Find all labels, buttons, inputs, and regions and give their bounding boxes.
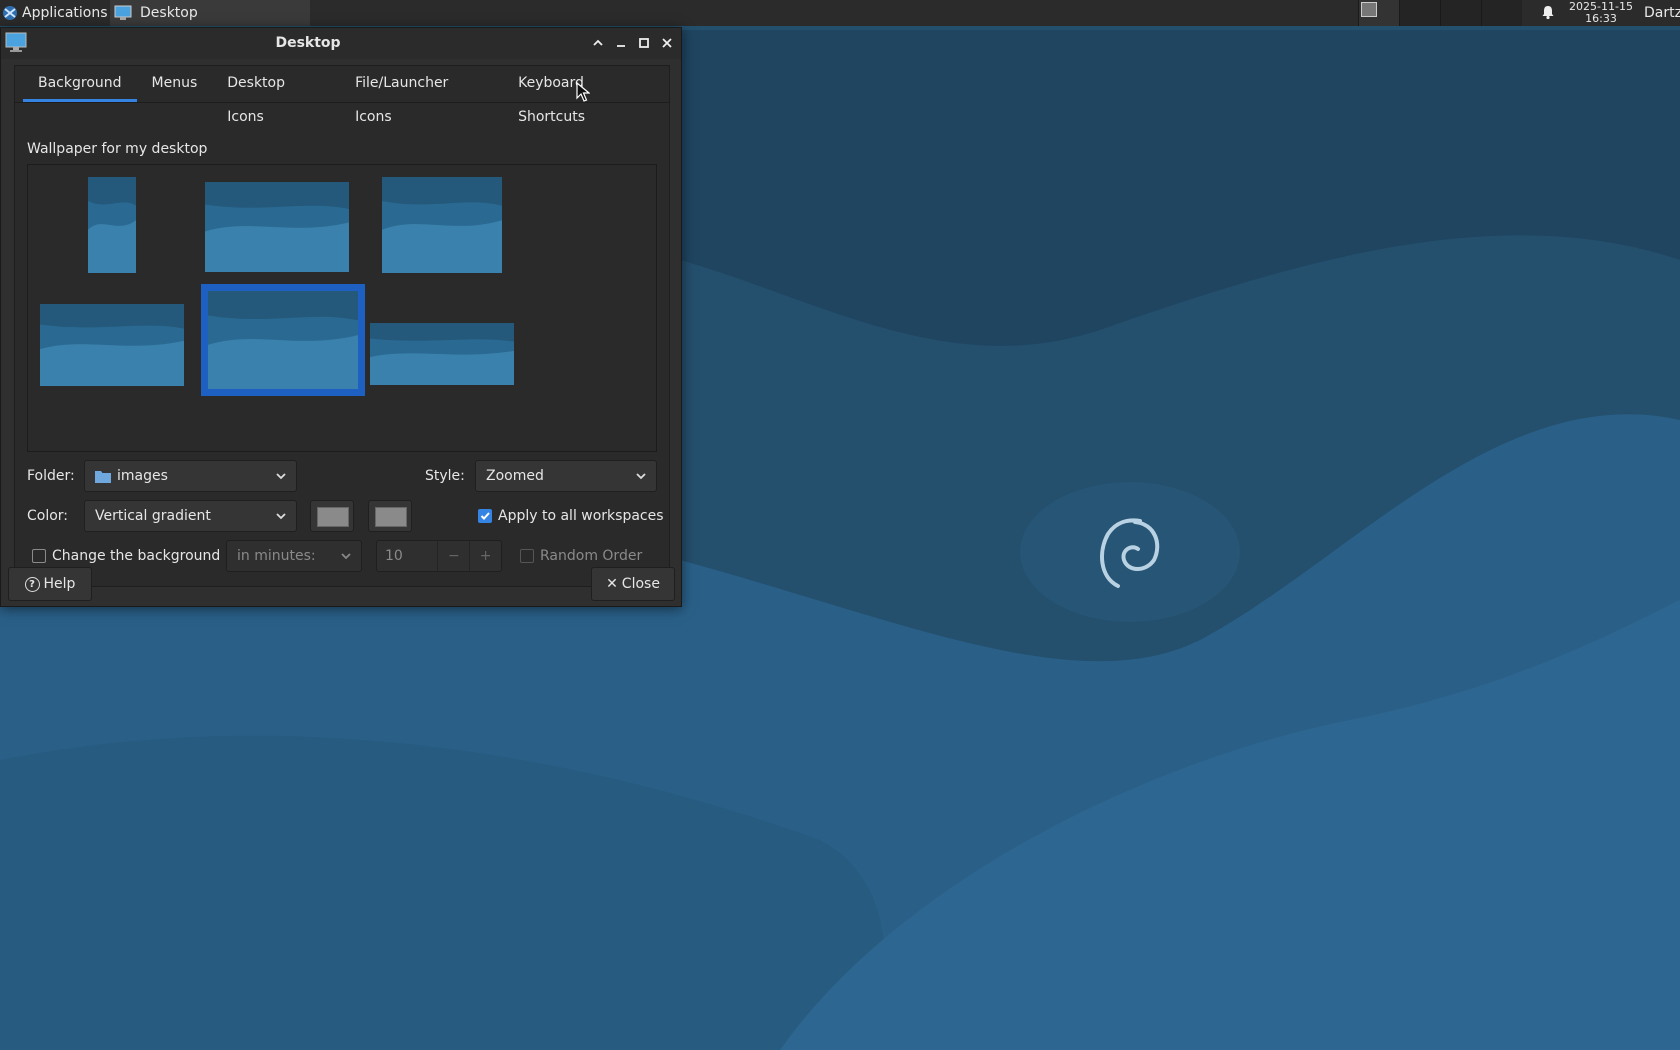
folder-label: Folder:	[27, 468, 75, 484]
tab-file-launcher-icons[interactable]: File/Launcher Icons	[340, 66, 503, 125]
mouse-pointer-icon	[576, 82, 590, 102]
wallpaper-thumbnail-selected[interactable]	[201, 284, 365, 396]
tab-divider	[15, 102, 669, 103]
clock[interactable]: 2025-11-15 16:33	[1565, 0, 1637, 26]
window-title: Desktop	[275, 35, 341, 51]
checkbox-checked-icon	[478, 509, 492, 523]
chevron-down-icon	[276, 473, 286, 480]
color-mode-value: Vertical gradient	[95, 508, 211, 524]
close-x-icon: ✕	[606, 576, 618, 592]
workspace-3[interactable]	[1440, 0, 1481, 26]
wallpaper-thumbnail[interactable]	[88, 177, 136, 273]
tab-menus[interactable]: Menus	[137, 66, 213, 102]
wallpaper-section-label: Wallpaper for my desktop	[27, 141, 208, 157]
tab-desktop-icons[interactable]: Desktop Icons	[212, 66, 340, 125]
desktop-settings-window: Desktop Background Menus Desktop Icons F…	[0, 27, 682, 607]
close-label: Close	[621, 576, 660, 592]
close-button[interactable]: ✕ Close	[591, 567, 675, 601]
applications-label: Applications	[22, 5, 108, 21]
style-label: Style:	[425, 468, 465, 484]
wallpaper-grid[interactable]	[27, 164, 657, 452]
apply-all-workspaces-checkbox[interactable]: Apply to all workspaces	[478, 508, 664, 524]
style-value: Zoomed	[486, 468, 544, 484]
color-swatch	[317, 507, 349, 527]
random-order-label: Random Order	[540, 548, 643, 564]
help-label: Help	[43, 576, 76, 592]
change-background-checkbox[interactable]: Change the background	[32, 548, 220, 564]
minimize-icon[interactable]	[613, 35, 629, 51]
checkbox-unchecked-icon	[520, 549, 534, 563]
monitor-icon	[114, 5, 132, 20]
wallpaper-thumbnail[interactable]	[370, 323, 514, 385]
plus-icon[interactable]: +	[469, 541, 501, 571]
interval-select[interactable]: in minutes:	[226, 540, 362, 572]
taskbar-item-desktop[interactable]: Desktop	[110, 0, 310, 26]
close-icon[interactable]	[659, 35, 675, 51]
tab-panel: Background Menus Desktop Icons File/Laun…	[14, 65, 670, 587]
folder-icon	[95, 471, 111, 483]
minutes-spinbox[interactable]: 10 − +	[376, 540, 502, 572]
folder-value: images	[117, 468, 168, 484]
chevron-down-icon	[636, 473, 646, 480]
color-swatch	[375, 507, 407, 527]
folder-select[interactable]: images	[84, 460, 297, 492]
workspace-switcher[interactable]	[1358, 0, 1522, 26]
notification-bell-icon[interactable]	[1540, 4, 1556, 20]
change-background-label: Change the background	[52, 548, 221, 564]
tab-background[interactable]: Background	[23, 66, 137, 102]
chevron-down-icon	[341, 553, 351, 560]
help-icon: ?	[24, 576, 40, 592]
title-bar[interactable]: Desktop	[1, 28, 681, 59]
minus-icon[interactable]: −	[437, 541, 469, 571]
minutes-value: 10	[385, 548, 403, 564]
chevron-up-icon[interactable]	[590, 35, 606, 51]
user-menu[interactable]: Dartz	[1644, 0, 1680, 26]
clock-time: 16:33	[1585, 12, 1617, 25]
interval-value: in minutes:	[237, 548, 316, 564]
workspace-2[interactable]	[1399, 0, 1440, 26]
taskbar-item-label: Desktop	[140, 5, 198, 21]
secondary-color-button[interactable]	[368, 500, 412, 532]
debian-swirl-icon	[1020, 482, 1240, 622]
color-mode-select[interactable]: Vertical gradient	[84, 500, 297, 532]
xfce-logo-icon	[3, 6, 17, 20]
apply-all-workspaces-label: Apply to all workspaces	[498, 508, 664, 524]
top-panel: Applications ⋮ Desktop 2025-11-15 16:33 …	[0, 0, 1680, 26]
color-label: Color:	[27, 508, 69, 524]
applications-menu-button[interactable]: Applications ⋮	[2, 0, 122, 26]
maximize-icon[interactable]	[636, 35, 652, 51]
random-order-checkbox[interactable]: Random Order	[520, 548, 642, 564]
wallpaper-thumbnail[interactable]	[40, 304, 184, 386]
workspace-1[interactable]	[1358, 0, 1399, 26]
primary-color-button[interactable]	[310, 500, 354, 532]
wallpaper-thumbnail[interactable]	[382, 177, 502, 273]
chevron-down-icon	[276, 513, 286, 520]
style-select[interactable]: Zoomed	[475, 460, 657, 492]
workspace-4[interactable]	[1481, 0, 1522, 26]
wallpaper-thumbnail[interactable]	[205, 182, 349, 272]
help-button[interactable]: ? Help	[8, 567, 92, 601]
tab-bar: Background Menus Desktop Icons File/Laun…	[23, 66, 669, 125]
checkbox-unchecked-icon	[32, 549, 46, 563]
